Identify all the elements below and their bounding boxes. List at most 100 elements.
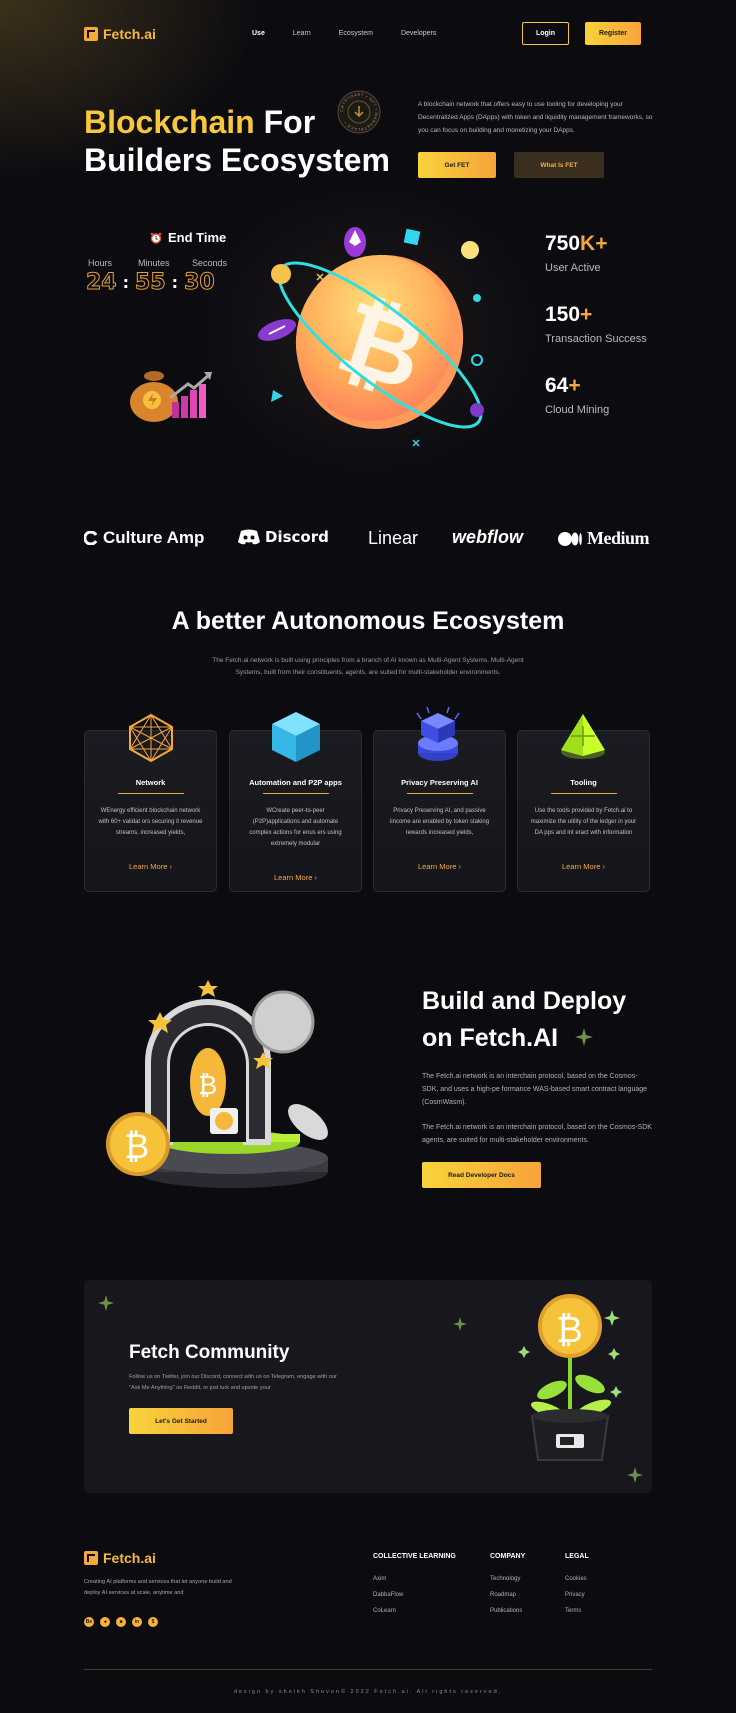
telegram-icon[interactable]: ◂	[100, 1617, 110, 1627]
behance-icon[interactable]: Be	[84, 1617, 94, 1627]
card-description: Use the tools provided by Fetch.ai to ma…	[530, 808, 637, 836]
nav-link-developers[interactable]: Developers	[401, 30, 436, 37]
card-description: WEnergy efficient blockchain network wit…	[98, 808, 203, 836]
logo-text: Fetch.ai	[103, 1550, 156, 1566]
bitcoin-icon: ₿	[257, 227, 484, 447]
footer-logo[interactable]: Fetch.ai	[84, 1550, 156, 1566]
timer-separator: :	[171, 273, 179, 292]
card-title: Network	[135, 778, 166, 787]
sparkle-icon	[627, 1467, 643, 1483]
nav-link-learn[interactable]: Learn	[293, 30, 311, 37]
logo-text: Fetch.ai	[103, 26, 156, 42]
timer-seconds: 30	[184, 270, 216, 296]
card-divider	[262, 793, 329, 794]
build-title: Build and Deploy on Fetch.AI	[422, 987, 627, 1052]
stat-label: User Active	[545, 262, 601, 274]
sparkle-icon	[453, 1317, 467, 1331]
register-button[interactable]: Register	[585, 22, 641, 45]
bitcoin-coin-illustration: ₿	[255, 220, 505, 455]
card-title: Automation and P2P apps	[249, 778, 342, 787]
youtube-icon[interactable]: ■	[116, 1617, 126, 1627]
stat-users: 750K+ User Active	[545, 232, 607, 274]
stat-label: Cloud Mining	[545, 404, 610, 416]
footer-link[interactable]: Publications	[490, 1608, 525, 1614]
gateway-illustration: ₿ ₿	[98, 972, 346, 1194]
card-learn-more-link[interactable]: Learn More ›	[374, 862, 505, 871]
timer-values: 24 : 55 : 30	[86, 270, 216, 296]
card-learn-more-link[interactable]: Learn More ›	[518, 862, 649, 871]
brand-linear: Linear	[368, 528, 419, 548]
money-bag-icon	[130, 371, 212, 422]
brand-discord: Discord	[238, 528, 329, 546]
logo-icon	[84, 1551, 98, 1565]
ecosystem-description: The Fetch.ai network is built using prin…	[212, 657, 524, 676]
card-divider	[406, 793, 473, 794]
stat-number: 64+	[545, 374, 581, 397]
footer-link[interactable]: Terms	[565, 1608, 589, 1614]
card-title: Privacy Preserving AI	[401, 778, 478, 787]
footer-description: Creating AI platforms and services that …	[84, 1579, 232, 1596]
footer-link[interactable]: Privacy	[565, 1592, 589, 1598]
footer-link[interactable]: Cookies	[565, 1576, 589, 1582]
stat-number: 750K+	[545, 232, 608, 255]
card-learn-more-link[interactable]: Learn More ›	[85, 862, 216, 871]
hero-description: A blockchain network that offers easy to…	[418, 101, 653, 134]
login-button[interactable]: Login	[522, 22, 569, 45]
nav-link-use[interactable]: Use	[252, 30, 265, 37]
timer-separator: :	[122, 273, 130, 292]
svg-text:₿: ₿	[124, 1127, 149, 1167]
card-divider	[117, 793, 184, 794]
header-logo[interactable]: Fetch.ai	[84, 26, 156, 42]
social-icons: Be ◂ ■ in $	[84, 1617, 158, 1627]
footer-column-company: COMPANY Technology Roadmap Publications	[490, 1553, 525, 1614]
discord-icon	[238, 529, 260, 545]
page: Fetch.ai Use Learn Ecosystem Developers …	[0, 0, 736, 1713]
money-bag-illustration	[128, 362, 218, 424]
stat-transactions: 150+ Transaction Success	[545, 303, 647, 345]
cube-icon	[272, 712, 320, 762]
build-description-2: The Fetch.ai network is an interchain pr…	[422, 1124, 652, 1144]
timer-hours: 24	[86, 270, 118, 296]
footer-column-collective-learning: COLLECTIVE LEARNING Axim DabbaFlow CoLea…	[373, 1553, 456, 1614]
community-title: Fetch Community	[129, 1342, 290, 1363]
footer-column-heading: LEGAL	[565, 1553, 589, 1560]
lets-get-started-button[interactable]: Let's Get Started	[129, 1408, 233, 1434]
footer-link[interactable]: Axim	[373, 1576, 456, 1582]
timer-label-hours: Hours	[88, 258, 113, 268]
footer-link[interactable]: Technology	[490, 1576, 525, 1582]
plant-coin-illustration: ₿	[518, 1292, 628, 1472]
tooling-pyramid-icon	[561, 714, 605, 759]
footer-link[interactable]: DabbaFlow	[373, 1592, 456, 1598]
nav-link-ecosystem[interactable]: Ecosystem	[339, 30, 373, 37]
card-learn-more-link[interactable]: Learn More ›	[230, 873, 361, 882]
card-description: WCreate peer-to-peer (P2P)applications a…	[249, 808, 342, 847]
footer-column-heading: COLLECTIVE LEARNING	[373, 1553, 456, 1560]
footer-link[interactable]: Roadmap	[490, 1592, 525, 1598]
card-title: Tooling	[570, 778, 597, 787]
sparkle-icon	[98, 1295, 114, 1311]
card-description: Privacy Preserving AI, and passive iinco…	[389, 808, 490, 836]
nav-links: Use Learn Ecosystem Developers	[252, 30, 436, 37]
what-is-fet-button[interactable]: What Is FET	[514, 152, 604, 178]
timer-title-text: End Time	[168, 230, 227, 245]
brand-culture-amp: Culture Amp	[84, 528, 204, 548]
timer-title: End Time	[150, 230, 226, 245]
get-fet-button[interactable]: Get FET	[418, 152, 496, 178]
stat-label: Transaction Success	[545, 333, 647, 345]
footer-link[interactable]: CoLearn	[373, 1608, 456, 1614]
bitcoin-plant-icon: ₿	[518, 1294, 622, 1461]
badge-icon: CRYPTOART • NFT • MARKETPLACE •	[337, 90, 381, 134]
sparkle-icon	[575, 1028, 593, 1046]
stat-mining: 64+ Cloud Mining	[545, 374, 609, 416]
dollar-icon[interactable]: $	[148, 1617, 158, 1627]
hero-title-highlight: Blockchain	[84, 104, 255, 140]
timer-label-seconds: Seconds	[192, 258, 228, 268]
brand-webflow: webflow	[452, 527, 523, 547]
alarm-clock-icon	[150, 232, 162, 244]
culture-amp-icon	[84, 531, 98, 545]
read-developer-docs-button[interactable]: Read Developer Docs	[422, 1162, 541, 1188]
hero-title-word: For	[263, 104, 316, 140]
linkedin-icon[interactable]: in	[132, 1617, 142, 1627]
logo-icon	[84, 27, 98, 41]
brand-medium: Medium	[558, 528, 650, 549]
